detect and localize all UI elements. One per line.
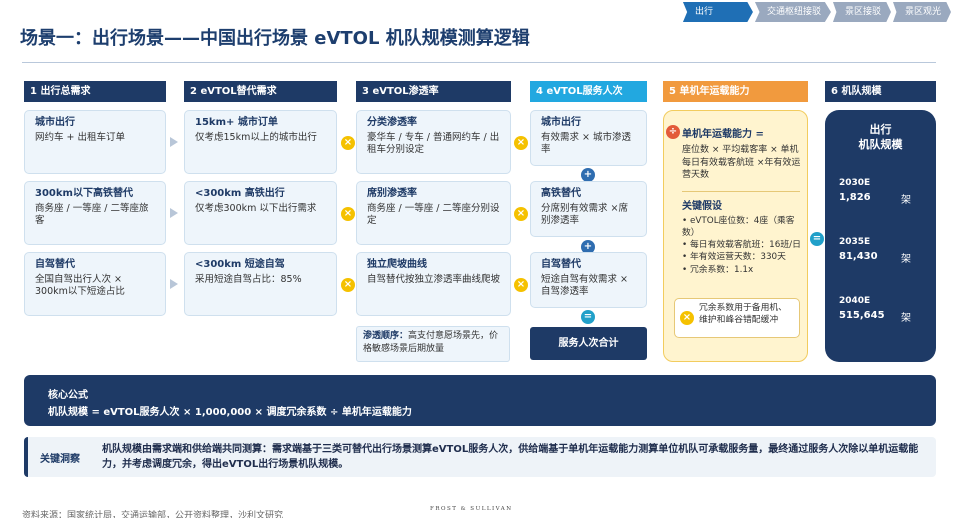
card-ramp-curve: 独立爬坡曲线 自驾替代按独立渗透率曲线爬坡 (356, 252, 511, 316)
card-body: 有效需求 × 城市渗透率 (541, 131, 631, 156)
card-title: 自驾替代 (35, 259, 75, 270)
unit-capacity-panel: ÷ 单机年运载能力 = 座位数 × 平均载客率 × 单机每日有效载客航班 ×年有… (663, 110, 808, 362)
page-title: 场景一：出行场景——中国出行场景 eVTOL 机队规模测算逻辑 (20, 28, 530, 49)
card-short-drive: <300km 短途自驾 采用短途自驾占比：85% (184, 252, 337, 316)
formula-text: 机队规模 = eVTOL服务人次 × 1,000,000 × 调度冗余系数 ÷ … (48, 407, 412, 418)
core-formula-banner: 核心公式 机队规模 = eVTOL服务人次 × 1,000,000 × 调度冗余… (24, 375, 936, 426)
card-urban-travel: 城市出行 网约车 + 出租车订单 (24, 110, 166, 174)
header-service-trips: 4 eVTOL服务人次 (530, 81, 647, 102)
multiply-icon: × (514, 278, 528, 292)
fleet-unit: 架 (901, 313, 911, 324)
insight-accent-bar (24, 437, 28, 477)
fleet-size-panel: 出行 机队规模 2030E 1,826 架 2035E 81,430 架 204… (825, 110, 936, 362)
formula-title: 核心公式 (48, 390, 88, 401)
header-fleet-size: 6 机队规模 (825, 81, 936, 102)
capacity-formula-title: 单机年运载能力 = (682, 129, 764, 140)
header-total-demand: 1 出行总需求 (24, 81, 166, 102)
card-title: 城市出行 (541, 117, 581, 128)
card-body: 仅考虑15km以上的城市出行 (195, 131, 317, 143)
card-drive-trips: 自驾替代 短途自驾有效需求 × 自驾渗透率 (530, 252, 647, 308)
multiply-icon: × (680, 311, 694, 325)
card-body: 网约车 + 出租车订单 (35, 131, 125, 143)
note-text: 冗余系数用于备用机、维护和峰谷错配缓冲 (699, 303, 787, 325)
card-self-drive: 自驾替代 全国自驾出行人次 × 300km以下短途占比 (24, 252, 166, 316)
title-divider (22, 62, 936, 63)
assumption-item: • 每日有效载客航班：16班/日 (682, 240, 801, 251)
tab-scenic-tour[interactable]: 景区观光 (892, 2, 951, 22)
fleet-year: 2030E (839, 178, 871, 188)
source-note: 资料来源：国家统计局，交通运输部，公开资料整理，沙利文研究 (22, 511, 284, 518)
assumptions-list: • eVTOL座位数：4座（乘客数） • 每日有效载客航班：16班/日 • 年有… (682, 215, 804, 276)
frost-sullivan-logo: FROST & SULLIVAN (430, 506, 513, 512)
card-title: 15km+ 城市订单 (195, 117, 278, 128)
penetration-order-note: 渗透顺序：高支付意愿场景先，价格敏感场景后期放量 (356, 326, 510, 362)
multiply-icon: × (514, 136, 528, 150)
assumption-item: • 冗余系数：1.1x (682, 264, 754, 275)
card-body: 自驾替代按独立渗透率曲线爬坡 (367, 273, 501, 285)
card-rail-substitution: 300km以下高铁替代 商务座 / 一等座 / 二等座旅客 (24, 181, 166, 245)
card-title: 300km以下高铁替代 (35, 188, 133, 199)
card-title: 席别渗透率 (367, 188, 417, 199)
insight-text: 机队规模由需求端和供给端共同测算：需求端基于三类可替代出行场景测算eVTOL服务… (102, 444, 919, 470)
card-body: 分席别有效需求 ×席别渗透率 (541, 202, 628, 227)
multiply-icon: × (514, 207, 528, 221)
card-body: 商务座 / 一等座 / 二等座分别设定 (367, 202, 500, 227)
card-urban-15km: 15km+ 城市订单 仅考虑15km以上的城市出行 (184, 110, 337, 174)
plus-icon: + (581, 168, 595, 182)
card-category-penetration: 分类渗透率 豪华车 / 专车 / 普通网约车 / 出租车分别设定 (356, 110, 511, 174)
card-body: 豪华车 / 专车 / 普通网约车 / 出租车分别设定 (367, 131, 500, 156)
multiply-icon: × (341, 136, 355, 150)
card-urban-trips: 城市出行 有效需求 × 城市渗透率 (530, 110, 647, 166)
card-title: 独立爬坡曲线 (367, 259, 427, 270)
fleet-value: 1,826 (839, 192, 871, 203)
header-penetration-rate: 3 eVTOL渗透率 (356, 81, 511, 102)
equals-icon: = (810, 232, 824, 246)
tab-scenic-connection[interactable]: 景区接驳 (832, 2, 891, 22)
capacity-formula-body: 座位数 × 平均载客率 × 单机每日有效载客航班 ×年有效运营天数 (682, 145, 801, 181)
key-insight-box: 关键洞察 机队规模由需求端和供给端共同测算：需求端基于三类可替代出行场景测算eV… (24, 437, 936, 477)
assumptions-title: 关键假设 (682, 201, 722, 212)
card-body: 全国自驾出行人次 × 300km以下短途占比 (35, 273, 125, 298)
card-title: <300km 短途自驾 (195, 259, 285, 270)
arrow-right-icon (170, 208, 178, 218)
fleet-unit: 架 (901, 254, 911, 265)
service-trips-total: 服务人次合计 (530, 327, 647, 360)
redundancy-note: × 冗余系数用于备用机、维护和峰谷错配缓冲 (674, 298, 800, 338)
order-label: 渗透顺序： (363, 331, 409, 341)
multiply-icon: × (341, 278, 355, 292)
fleet-year: 2035E (839, 237, 871, 247)
card-title: 城市出行 (35, 117, 75, 128)
tab-hub-connection[interactable]: 交通枢纽接驳 (754, 2, 831, 22)
card-body: 采用短途自驾占比：85% (195, 273, 302, 285)
fleet-value: 81,430 (839, 251, 878, 262)
card-rail-trips: 高铁替代 分席别有效需求 ×席别渗透率 (530, 181, 647, 237)
card-title: <300km 高铁出行 (195, 188, 285, 199)
header-substitution-demand: 2 eVTOL替代需求 (184, 81, 337, 102)
fleet-year: 2040E (839, 296, 871, 306)
divide-icon: ÷ (666, 125, 680, 139)
fleet-unit: 架 (901, 195, 911, 206)
arrow-right-icon (170, 279, 178, 289)
panel-divider (682, 191, 800, 192)
card-rail-300km: <300km 高铁出行 仅考虑300km 以下出行需求 (184, 181, 337, 245)
header-unit-capacity: 5 单机年运载能力 (663, 81, 808, 102)
insight-title: 关键洞察 (40, 454, 80, 465)
arrow-right-icon (170, 137, 178, 147)
card-title: 分类渗透率 (367, 117, 417, 128)
fleet-value: 515,645 (839, 310, 885, 321)
multiply-icon: × (341, 207, 355, 221)
card-title: 自驾替代 (541, 259, 581, 270)
assumption-item: • eVTOL座位数：4座（乘客数） (682, 216, 795, 239)
fleet-title: 出行 机队规模 (858, 123, 903, 151)
card-seat-penetration: 席别渗透率 商务座 / 一等座 / 二等座分别设定 (356, 181, 511, 245)
card-title: 高铁替代 (541, 188, 581, 199)
card-body: 商务座 / 一等座 / 二等座旅客 (35, 202, 149, 227)
scenario-nav: 出行 交通枢纽接驳 景区接驳 景区观光 (682, 2, 951, 22)
tab-travel[interactable]: 出行 (682, 2, 753, 22)
card-body: 短途自驾有效需求 × 自驾渗透率 (541, 273, 628, 298)
equals-icon: = (581, 310, 595, 324)
assumption-item: • 年有效运营天数：330天 (682, 252, 786, 263)
card-body: 仅考虑300km 以下出行需求 (195, 202, 317, 214)
